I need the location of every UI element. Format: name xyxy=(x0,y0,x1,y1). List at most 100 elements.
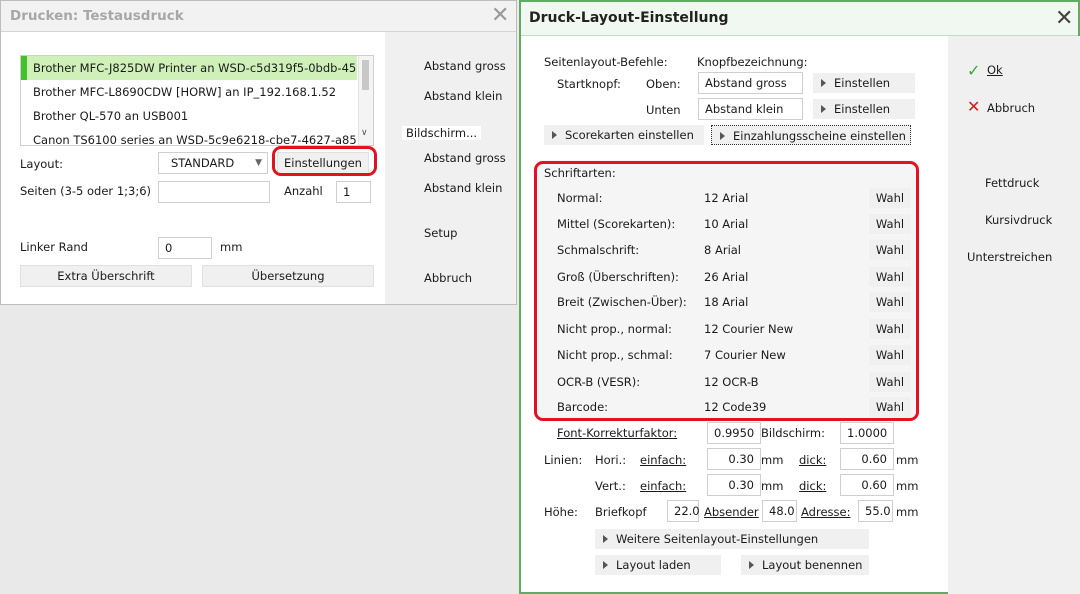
einzahlungsscheine-einstellen-label: Einzahlungsscheine einstellen xyxy=(733,129,906,143)
print-side-panel: Abstand gross Abstand klein Bildschirm..… xyxy=(385,32,516,304)
print-dialog-titlebar: Drucken: Testausdruck ✕ xyxy=(1,1,516,32)
abstand-gross-screen-button[interactable]: Abstand gross xyxy=(424,151,506,165)
triangle-right-icon xyxy=(821,78,826,87)
layout-dialog-title: Druck-Layout-Einstellung xyxy=(529,10,729,26)
abstand-gross-button[interactable]: Abstand gross xyxy=(424,59,506,73)
printer-list-scrollbar[interactable]: ∨ xyxy=(358,56,373,145)
abstand-klein-button[interactable]: Abstand klein xyxy=(424,89,502,103)
adresse-input[interactable]: 55.0 xyxy=(858,500,893,522)
ok-button[interactable]: Ok xyxy=(987,63,1003,77)
layout-dialog: Druck-Layout-Einstellung ✕ ✓ Ok ✕ Abbruc… xyxy=(519,0,1080,594)
hoehe-label: Höhe: xyxy=(544,505,578,519)
einzahlungsscheine-einstellen-button[interactable]: Einzahlungsscheine einstellen xyxy=(711,125,911,145)
fettdruck-button[interactable]: Fettdruck xyxy=(985,176,1039,190)
checkmark-icon: ✓ xyxy=(967,61,981,80)
seiten-input[interactable] xyxy=(158,181,270,203)
weitere-einstellungen-button[interactable]: Weitere Seitenlayout-Einstellungen xyxy=(595,529,869,549)
startknopf-label: Startknopf: xyxy=(557,77,621,91)
linker-rand-label: Linker Rand xyxy=(20,240,88,254)
unten-label: Unten xyxy=(646,103,681,117)
knopfbezeichnung-label: Knopfbezeichnung: xyxy=(697,55,808,69)
printer-list-item[interactable]: Brother MFC-L8690CDW [HORW] an IP_192.16… xyxy=(21,80,357,104)
uebersetzung-button[interactable]: Übersetzung xyxy=(202,265,374,287)
adresse-label: Adresse: xyxy=(801,505,851,519)
weitere-einstellungen-label: Weitere Seitenlayout-Einstellungen xyxy=(616,532,819,546)
hori-label: Hori.: xyxy=(595,453,627,467)
layout-label: Layout: xyxy=(20,157,63,171)
triangle-right-icon xyxy=(720,131,725,140)
layout-select-value: STANDARD xyxy=(171,156,235,170)
layout-benennen-label: Layout benennen xyxy=(762,558,863,572)
triangle-right-icon xyxy=(603,560,608,569)
anzahl-label: Anzahl xyxy=(284,184,323,198)
bildschirm-group-label: Bildschirm... xyxy=(402,126,482,140)
linker-rand-input[interactable]: 0 xyxy=(158,237,212,259)
vert-einfach-label: einfach: xyxy=(640,479,687,493)
layout-benennen-button[interactable]: Layout benennen xyxy=(741,555,869,575)
hori-einfach-label: einfach: xyxy=(640,453,687,467)
layout-select[interactable]: STANDARD ▼ xyxy=(158,152,268,174)
setup-button[interactable]: Setup xyxy=(424,226,457,240)
font-korrektur-label: Font-Korrekturfaktor: xyxy=(557,426,678,440)
hori-dick-input[interactable]: 0.60 xyxy=(840,448,894,470)
unit-label: mm xyxy=(896,453,919,467)
cross-icon: ✕ xyxy=(967,97,981,116)
unit-label: mm xyxy=(896,505,919,519)
oben-input[interactable]: Abstand gross xyxy=(698,72,803,94)
vert-label: Vert.: xyxy=(595,479,626,493)
chevron-down-icon: ▼ xyxy=(255,158,262,168)
oben-label: Oben: xyxy=(646,77,681,91)
layout-laden-label: Layout laden xyxy=(616,558,691,572)
seiten-label: Seiten (3-5 oder 1;3;6) xyxy=(20,184,152,198)
briefkopf-input[interactable]: 22.0 xyxy=(667,500,700,522)
unit-label: mm xyxy=(761,479,784,493)
unit-label: mm xyxy=(220,240,243,254)
hori-dick-label: dick: xyxy=(799,453,827,467)
vert-einfach-input[interactable]: 0.30 xyxy=(707,474,761,496)
triangle-right-icon xyxy=(749,560,754,569)
bildschirm-label: Bildschirm: xyxy=(761,426,825,440)
layout-side-panel: ✓ Ok ✕ Abbruch Fettdruck Kursivdruck Unt… xyxy=(948,36,1080,594)
unit-label: mm xyxy=(896,479,919,493)
unterstreichen-button[interactable]: Unterstreichen xyxy=(967,250,1052,264)
triangle-right-icon xyxy=(821,104,826,113)
absender-input[interactable]: 48.0 xyxy=(762,500,797,522)
einstellen-unten-label: Einstellen xyxy=(834,102,891,116)
anzahl-input[interactable]: 1 xyxy=(336,181,371,203)
print-dialog-title: Drucken: Testausdruck xyxy=(10,8,184,24)
extra-ueberschrift-button[interactable]: Extra Überschrift xyxy=(20,265,192,287)
abstand-klein-screen-button[interactable]: Abstand klein xyxy=(424,181,502,195)
briefkopf-label: Briefkopf xyxy=(595,505,647,519)
print-dialog: Drucken: Testausdruck ✕ Brother MFC-J825… xyxy=(0,0,517,305)
triangle-right-icon xyxy=(603,534,608,543)
layout-laden-button[interactable]: Layout laden xyxy=(595,555,721,575)
chevron-down-icon[interactable]: ∨ xyxy=(361,128,368,138)
abbruch-button[interactable]: Abbruch xyxy=(987,101,1035,115)
highlight-box xyxy=(272,146,377,176)
printer-list[interactable]: Brother MFC-J825DW Printer an WSD-c5d319… xyxy=(20,55,374,146)
printer-list-item[interactable]: Brother QL-570 an USB001 xyxy=(21,104,357,128)
kursivdruck-button[interactable]: Kursivdruck xyxy=(985,213,1052,227)
linien-label: Linien: xyxy=(544,453,583,467)
einstellen-oben-button[interactable]: Einstellen xyxy=(813,73,915,93)
unten-input[interactable]: Abstand klein xyxy=(698,98,803,120)
vert-dick-input[interactable]: 0.60 xyxy=(840,474,894,496)
scorekarten-einstellen-button[interactable]: Scorekarten einstellen xyxy=(544,125,704,145)
abbruch-button[interactable]: Abbruch xyxy=(424,271,472,285)
vert-dick-label: dick: xyxy=(799,479,827,493)
printer-list-item[interactable]: Canon TS6100 series an WSD-5c9e6218-cbe7… xyxy=(21,128,357,145)
printer-list-item[interactable]: Brother MFC-J825DW Printer an WSD-c5d319… xyxy=(21,56,357,80)
highlight-box xyxy=(534,161,919,421)
unit-label: mm xyxy=(761,453,784,467)
scorekarten-einstellen-label: Scorekarten einstellen xyxy=(565,128,694,142)
absender-label: Absender xyxy=(704,505,759,519)
font-korrektur-input[interactable]: 0.9950 xyxy=(707,422,761,444)
einstellen-unten-button[interactable]: Einstellen xyxy=(813,99,915,119)
close-icon[interactable]: ✕ xyxy=(1055,8,1073,30)
bildschirm-input[interactable]: 1.0000 xyxy=(840,422,894,444)
hori-einfach-input[interactable]: 0.30 xyxy=(707,448,761,470)
seitenlayout-befehle-label: Seitenlayout-Befehle: xyxy=(544,55,668,69)
triangle-right-icon xyxy=(552,130,557,139)
close-icon[interactable]: ✕ xyxy=(491,5,509,27)
scrollbar-thumb[interactable] xyxy=(362,60,369,90)
